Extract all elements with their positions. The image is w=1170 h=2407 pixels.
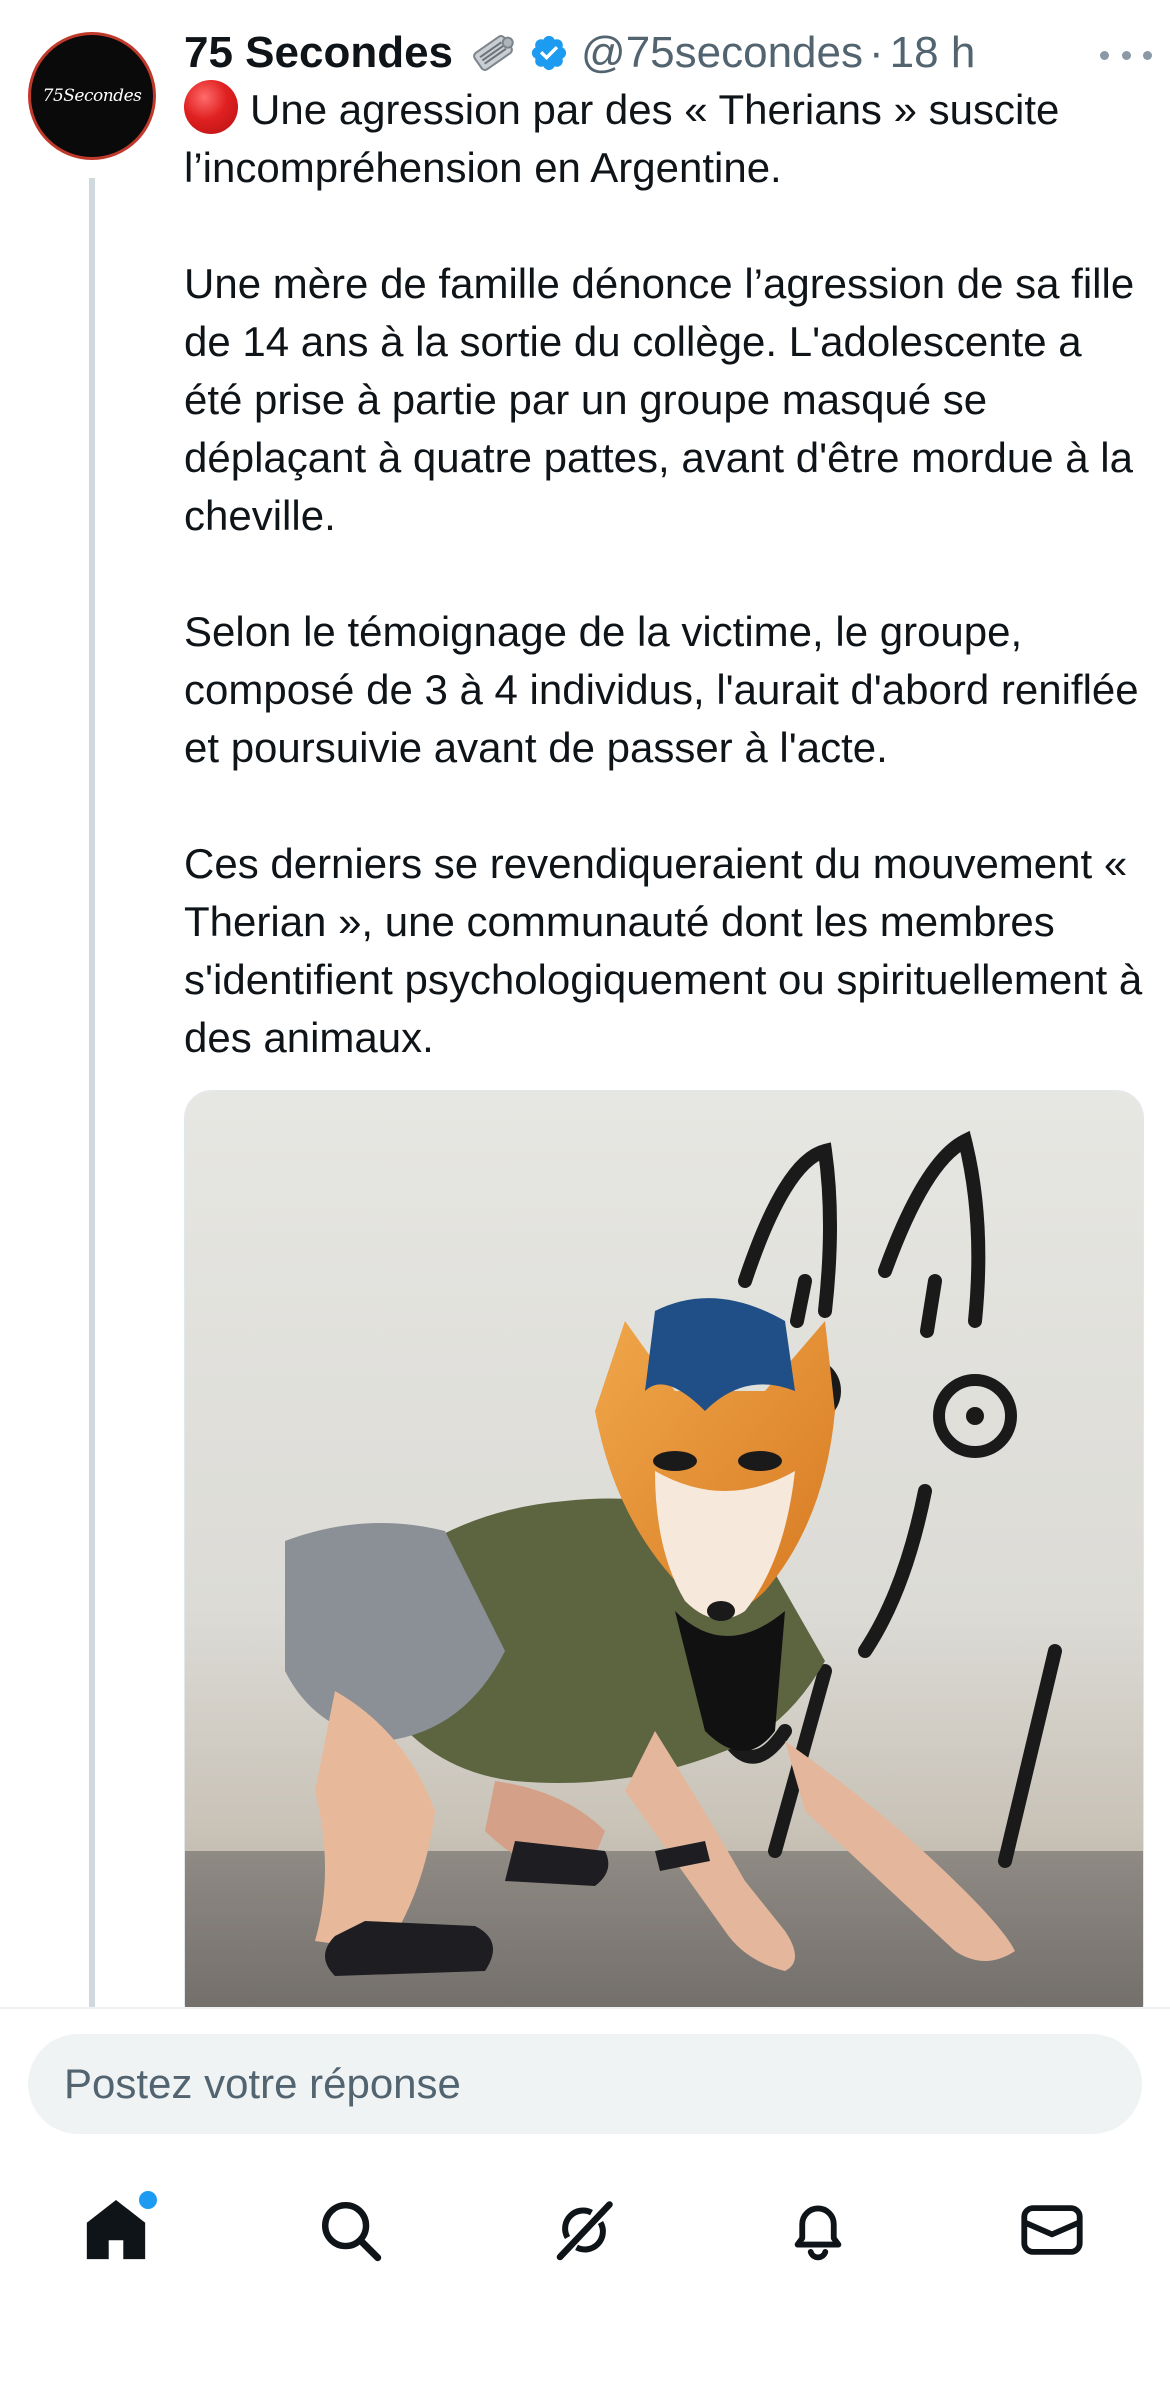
verified-badge-icon bbox=[529, 33, 569, 73]
grok-icon bbox=[556, 2201, 613, 2261]
avatar-column: 75Secondes bbox=[28, 32, 160, 160]
tab-messages[interactable] bbox=[992, 2170, 1112, 2290]
tab-home[interactable] bbox=[56, 2170, 176, 2290]
separator-dot: · bbox=[869, 28, 884, 77]
tab-search[interactable] bbox=[290, 2170, 410, 2290]
tweet-paragraph-3: Selon le témoignage de la victime, le gr… bbox=[184, 608, 1139, 771]
avatar-logo-text: 75Secondes bbox=[42, 86, 142, 106]
composer-divider bbox=[0, 2007, 1170, 2009]
avatar[interactable]: 75Secondes bbox=[28, 32, 156, 160]
thread-line bbox=[89, 178, 95, 2008]
tweet-content: 75 Secondes @75secondes · 18 h Une agres… bbox=[184, 22, 1152, 1125]
tweet-paragraph-4: Ces derniers se revendiqueraient du mouv… bbox=[184, 840, 1143, 1061]
newspaper-icon bbox=[467, 27, 519, 79]
tab-notifications[interactable] bbox=[758, 2170, 878, 2290]
home-notification-dot bbox=[136, 2188, 160, 2212]
reply-placeholder: Postez votre réponse bbox=[64, 2060, 461, 2107]
search-icon bbox=[322, 2202, 382, 2262]
bottom-tab-bar bbox=[0, 2170, 1170, 2290]
reply-input[interactable]: Postez votre réponse bbox=[28, 2034, 1142, 2134]
mail-icon bbox=[1021, 2205, 1083, 2255]
bell-icon bbox=[794, 2205, 842, 2261]
user-handle[interactable]: @75secondes bbox=[581, 28, 863, 78]
red-circle-icon bbox=[184, 80, 238, 134]
tweet[interactable]: 75Secondes 75 Secondes @75secondes · 18 … bbox=[0, 0, 1170, 2008]
tweet-header: 75 Secondes @75secondes · 18 h bbox=[184, 22, 1144, 84]
tweet-photo[interactable] bbox=[184, 1090, 1144, 2008]
tab-grok[interactable] bbox=[524, 2170, 644, 2290]
tweet-text: Une agression par des « Therians » susci… bbox=[184, 80, 1144, 1067]
tweet-paragraph-1: Une agression par des « Therians » susci… bbox=[184, 80, 1144, 197]
more-options-icon[interactable] bbox=[1100, 40, 1152, 70]
tweet-headline: Une agression par des « Therians » susci… bbox=[184, 86, 1060, 191]
display-name[interactable]: 75 Secondes bbox=[184, 28, 453, 78]
tweet-paragraph-2: Une mère de famille dénonce l’agression … bbox=[184, 260, 1135, 539]
photo-illustration bbox=[185, 1091, 1143, 2008]
timestamp[interactable]: 18 h bbox=[890, 28, 976, 78]
